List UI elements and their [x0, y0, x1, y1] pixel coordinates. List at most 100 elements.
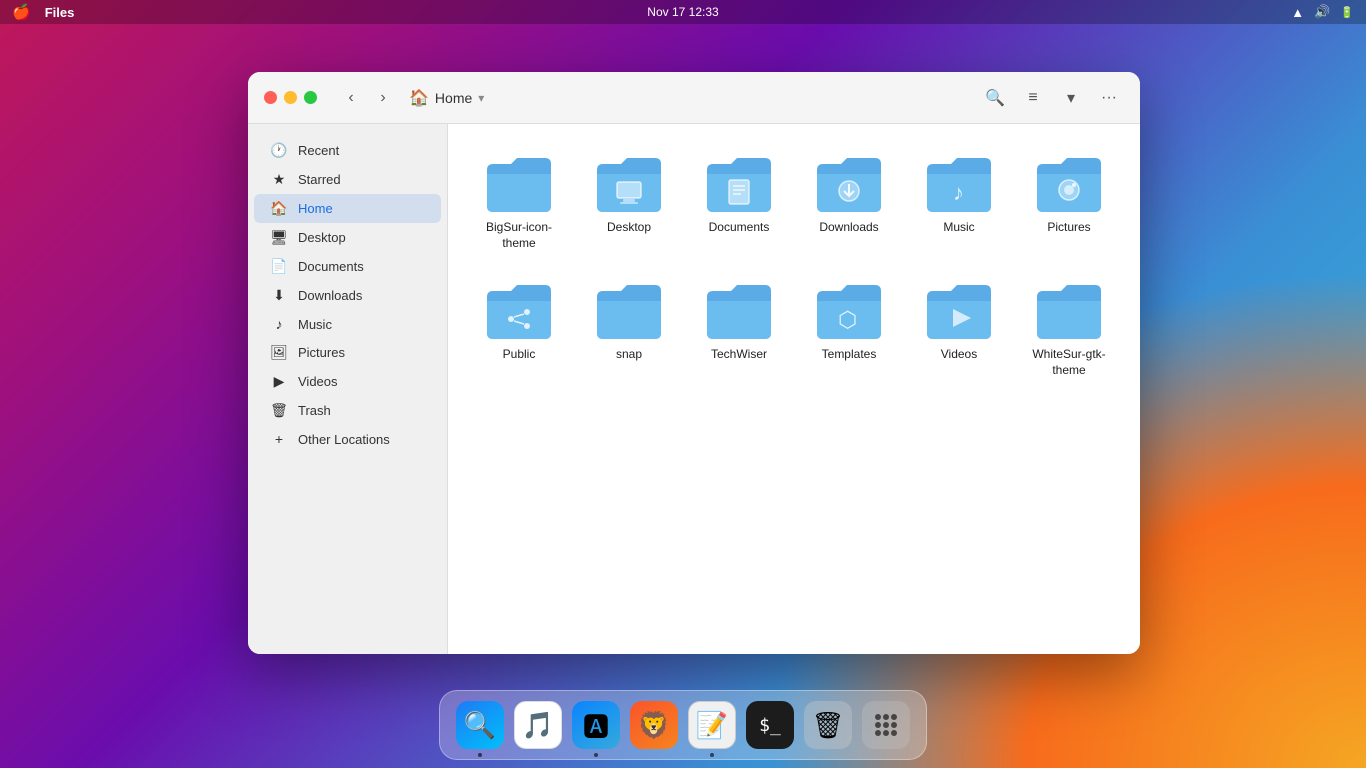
starred-icon: ★ [270, 171, 288, 188]
folder-label-templates: Templates [822, 347, 877, 363]
sidebar-item-starred[interactable]: ★ Starred [254, 165, 441, 194]
folder-icon-music: ♪ [923, 152, 995, 214]
back-button[interactable]: ‹ [337, 84, 365, 112]
list-view-button[interactable]: ≡ [1018, 83, 1048, 113]
folder-item-whitesur[interactable]: WhiteSur-gtk-theme [1018, 271, 1120, 386]
sidebar-item-videos[interactable]: ▶ Videos [254, 367, 441, 396]
dock-item-rhythmbox[interactable]: 🎵 [512, 699, 564, 751]
dock: 🔍 🎵 🅰 🦁 📝 $_ 🗑 [439, 690, 927, 760]
folder-item-downloads[interactable]: Downloads [798, 144, 900, 259]
folder-item-techwiser[interactable]: TechWiser [688, 271, 790, 386]
titlebar-actions: 🔍 ≡ ▾ ··· [980, 83, 1124, 113]
home-sidebar-icon: 🏠 [270, 200, 288, 217]
folder-icon-whitesur [1033, 279, 1105, 341]
dock-item-apps[interactable] [860, 699, 912, 751]
sidebar-label-starred: Starred [298, 172, 341, 187]
dock-item-finder[interactable]: 🔍 [454, 699, 506, 751]
folder-item-snap[interactable]: snap [578, 271, 680, 386]
sidebar-item-other-locations[interactable]: + Other Locations [254, 425, 441, 453]
folder-label-videos: Videos [941, 347, 977, 363]
folder-icon-pictures [1033, 152, 1105, 214]
sidebar-label-downloads: Downloads [298, 288, 362, 303]
sidebar-label-documents: Documents [298, 259, 364, 274]
sidebar-item-trash[interactable]: 🗑 Trash [254, 396, 441, 425]
folder-icon-downloads [813, 152, 885, 214]
folder-item-pictures[interactable]: Pictures [1018, 144, 1120, 259]
datetime: Nov 17 12:33 [647, 5, 718, 19]
folder-item-documents[interactable]: Documents [688, 144, 790, 259]
folder-item-music[interactable]: ♪ Music [908, 144, 1010, 259]
close-button[interactable] [264, 91, 277, 104]
folder-icon-public [483, 279, 555, 341]
maximize-button[interactable] [304, 91, 317, 104]
file-manager-window: ‹ › 🏠 Home ▾ 🔍 ≡ ▾ ··· 🕐 Recent ★ Starre… [248, 72, 1140, 654]
breadcrumb-label: Home [435, 90, 472, 106]
sidebar-item-downloads[interactable]: ⬇ Downloads [254, 281, 441, 310]
breadcrumb[interactable]: 🏠 Home ▾ [409, 88, 484, 108]
sort-button[interactable]: ▾ [1056, 83, 1086, 113]
folder-icon-bigsur [483, 152, 555, 214]
pictures-icon: 🖼 [270, 344, 288, 361]
apple-menu[interactable]: 🍎 [12, 3, 31, 21]
minimize-button[interactable] [284, 91, 297, 104]
nav-buttons: ‹ › [337, 84, 397, 112]
folder-icon-snap [593, 279, 665, 341]
music-icon: ♪ [270, 316, 288, 332]
videos-icon: ▶ [270, 373, 288, 390]
sidebar-item-documents[interactable]: 📄 Documents [254, 252, 441, 281]
sidebar-label-desktop: Desktop [298, 230, 346, 245]
folder-label-downloads: Downloads [819, 220, 878, 236]
app-name[interactable]: Files [45, 5, 75, 20]
sidebar-label-home: Home [298, 201, 333, 216]
folder-icon-documents [703, 152, 775, 214]
dock-item-terminal[interactable]: $_ [744, 699, 796, 751]
folder-label-documents: Documents [709, 220, 770, 236]
sidebar-label-other-locations: Other Locations [298, 432, 390, 447]
folder-label-music: Music [943, 220, 974, 236]
sidebar-item-desktop[interactable]: 🖥 Desktop [254, 223, 441, 252]
svg-text:♪: ♪ [953, 180, 964, 205]
folder-label-snap: snap [616, 347, 642, 363]
folder-label-desktop: Desktop [607, 220, 651, 236]
folder-item-public[interactable]: Public [468, 271, 570, 386]
main-content: BigSur-icon-theme Deskto [448, 124, 1140, 654]
folder-icon-templates: ⬡ [813, 279, 885, 341]
folder-item-videos[interactable]: Videos [908, 271, 1010, 386]
folder-item-bigsur[interactable]: BigSur-icon-theme [468, 144, 570, 259]
sidebar-label-recent: Recent [298, 143, 339, 158]
sidebar-item-home[interactable]: 🏠 Home [254, 194, 441, 223]
folder-label-public: Public [503, 347, 536, 363]
forward-button[interactable]: › [369, 84, 397, 112]
svg-text:⬡: ⬡ [838, 307, 857, 332]
recent-icon: 🕐 [270, 142, 288, 159]
breadcrumb-chevron: ▾ [478, 91, 484, 105]
home-icon: 🏠 [409, 88, 429, 108]
window-body: 🕐 Recent ★ Starred 🏠 Home 🖥 Desktop 📄 Do… [248, 124, 1140, 654]
folder-label-bigsur: BigSur-icon-theme [474, 220, 564, 251]
documents-icon: 📄 [270, 258, 288, 275]
dock-item-trash[interactable]: 🗑 [802, 699, 854, 751]
folder-label-pictures: Pictures [1047, 220, 1090, 236]
battery-icon: 🔋 [1340, 6, 1354, 19]
dock-item-appstore[interactable]: 🅰 [570, 699, 622, 751]
sidebar-label-videos: Videos [298, 374, 338, 389]
desktop-icon: 🖥 [270, 229, 288, 246]
sidebar-label-pictures: Pictures [298, 345, 345, 360]
titlebar: ‹ › 🏠 Home ▾ 🔍 ≡ ▾ ··· [248, 72, 1140, 124]
more-options-button[interactable]: ··· [1094, 83, 1124, 113]
folder-item-templates[interactable]: ⬡ Templates [798, 271, 900, 386]
folder-icon-techwiser [703, 279, 775, 341]
sidebar-item-recent[interactable]: 🕐 Recent [254, 136, 441, 165]
search-button[interactable]: 🔍 [980, 83, 1010, 113]
volume-icon: 🔊 [1314, 4, 1330, 20]
other-locations-icon: + [270, 431, 288, 447]
downloads-icon: ⬇ [270, 287, 288, 304]
menubar: 🍎 Files Nov 17 12:33 ▲ 🔊 🔋 [0, 0, 1366, 24]
sidebar-item-pictures[interactable]: 🖼 Pictures [254, 338, 441, 367]
folder-item-desktop[interactable]: Desktop [578, 144, 680, 259]
sidebar-item-music[interactable]: ♪ Music [254, 310, 441, 338]
folder-icon-desktop [593, 152, 665, 214]
dock-item-textedit[interactable]: 📝 [686, 699, 738, 751]
window-controls [264, 91, 317, 104]
dock-item-brave[interactable]: 🦁 [628, 699, 680, 751]
